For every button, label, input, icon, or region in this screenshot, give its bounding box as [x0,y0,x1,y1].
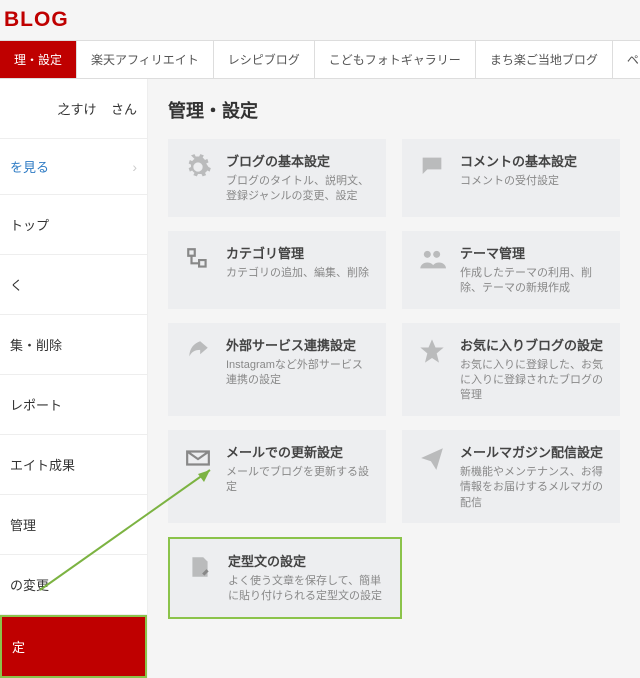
gear-icon [182,151,214,183]
document-icon [184,551,216,583]
speech-icon [416,151,448,183]
card-title: お気に入りブログの設定 [460,335,606,354]
card-title: ブログの基本設定 [226,151,372,170]
card-desc: コメントの受付設定 [460,174,606,189]
tab-bar: 理・設定 楽天アフィリエイト レシピブログ こどもフォトギャラリー まち楽ご当地… [0,40,640,79]
menu-manage[interactable]: 管理 [0,495,147,555]
chevron-right-icon: › [132,159,137,175]
mail-icon [182,442,214,474]
sidebar: 之すけ さん を見る › トップ く 集・削除 レポート エイト成果 管理 の変… [0,79,148,678]
card-desc: カテゴリの追加、編集、削除 [226,266,372,281]
card-theme[interactable]: テーマ管理作成したテーマの利用、削除、テーマの新規作成 [402,231,620,309]
main-panel: 管理・設定 ブログの基本設定ブログのタイトル、説明文、登録ジャンルの変更、設定 … [148,79,640,678]
card-template-highlighted[interactable]: 定型文の設定よく使う文章を保存して、簡単に貼り付けられる定型文の設定 [168,537,402,619]
user-block: 之すけ さん [0,79,147,139]
empty-slot [418,537,620,619]
card-blog-basic[interactable]: ブログの基本設定ブログのタイトル、説明文、登録ジャンルの変更、設定 [168,139,386,217]
users-icon [416,243,448,275]
card-desc: Instagramなど外部サービス連携の設定 [226,358,372,389]
menu-report[interactable]: レポート [0,375,147,435]
card-desc: 新機能やメンテナンス、お得情報をお届けするメルマガの配信 [460,465,606,511]
card-title: 外部サービス連携設定 [226,335,372,354]
card-mailmag[interactable]: メールマガジン配信設定新機能やメンテナンス、お得情報をお届けするメルマガの配信 [402,430,620,523]
tab-local[interactable]: まち楽ご当地ブログ [476,41,613,78]
card-mail-update[interactable]: メールでの更新設定メールでブログを更新する設定 [168,430,386,523]
menu-write[interactable]: く [0,255,147,315]
star-icon [416,335,448,367]
page-title: 管理・設定 [168,97,620,123]
menu-settings-active[interactable]: 定 [0,615,147,678]
card-favorite[interactable]: お気に入りブログの設定お気に入りに登録した、お気に入りに登録されたブログの管理 [402,323,620,416]
card-title: メールでの更新設定 [226,442,372,461]
view-blog-label: を見る [10,157,49,176]
card-title: 定型文の設定 [228,551,386,570]
menu-edit[interactable]: 集・削除 [0,315,147,375]
card-desc: ブログのタイトル、説明文、登録ジャンルの変更、設定 [226,174,372,205]
tab-manage[interactable]: 理・設定 [0,41,77,78]
tab-recipe[interactable]: レシピブログ [214,41,315,78]
card-desc: よく使う文章を保存して、簡単に貼り付けられる定型文の設定 [228,574,386,605]
card-title: コメントの基本設定 [460,151,606,170]
view-blog-link[interactable]: を見る › [0,139,147,195]
card-external[interactable]: 外部サービス連携設定 Instagramなど外部サービス連携の設定 [168,323,386,416]
tab-affiliate[interactable]: 楽天アフィリエイト [77,41,214,78]
tab-pet[interactable]: ペット [613,41,640,78]
card-title: カテゴリ管理 [226,243,372,262]
card-title: テーマ管理 [460,243,606,262]
menu-change[interactable]: の変更 [0,555,147,615]
card-desc: メールでブログを更新する設定 [226,465,372,496]
card-title: メールマガジン配信設定 [460,442,606,461]
tree-icon [182,243,214,275]
menu-top[interactable]: トップ [0,195,147,255]
user-name: 之すけ [58,102,97,117]
card-comment[interactable]: コメントの基本設定コメントの受付設定 [402,139,620,217]
card-desc: 作成したテーマの利用、削除、テーマの新規作成 [460,266,606,297]
card-desc: お気に入りに登録した、お気に入りに登録されたブログの管理 [460,358,606,404]
send-icon [416,442,448,474]
user-suffix: さん [111,102,137,117]
card-category[interactable]: カテゴリ管理カテゴリの追加、編集、削除 [168,231,386,309]
logo: BLOG [0,0,640,40]
menu-aff[interactable]: エイト成果 [0,435,147,495]
tab-kids[interactable]: こどもフォトギャラリー [315,41,476,78]
share-icon [182,335,214,367]
